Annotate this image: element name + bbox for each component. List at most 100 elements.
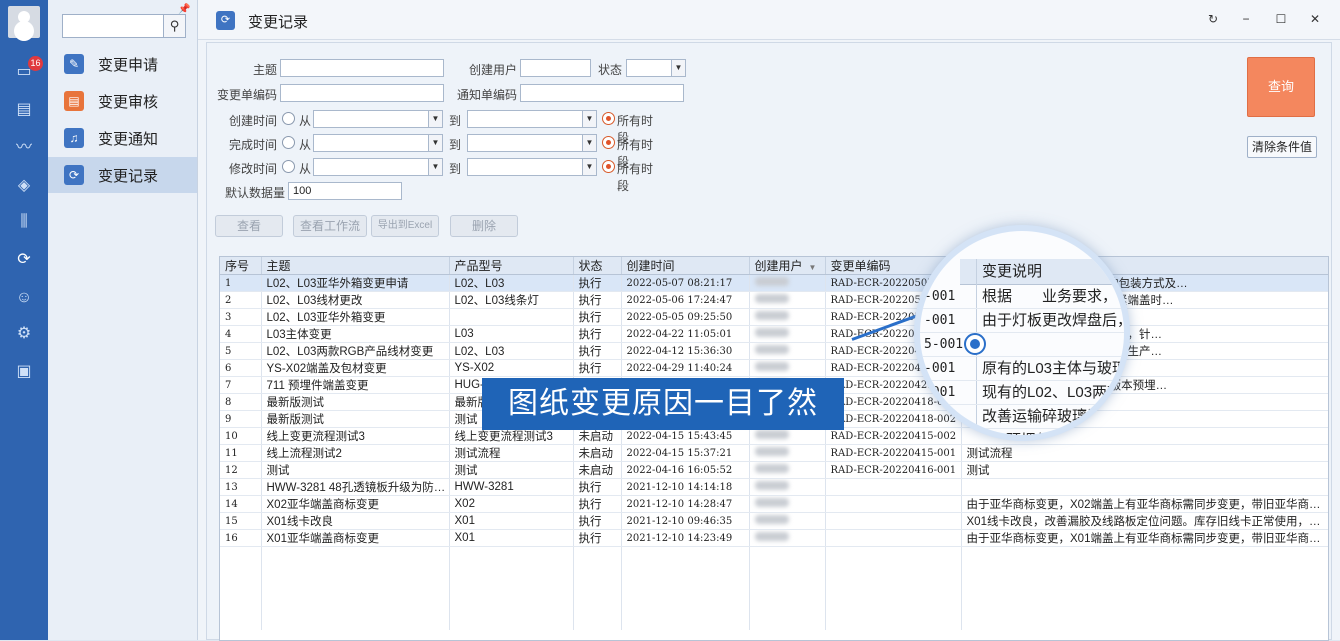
table-row[interactable]: 10 线上变更流程测试3 线上变更流程测试3 未启动 2022-04-15 15:43:…	[220, 427, 1328, 445]
completed-to-select[interactable]: ▼	[467, 134, 597, 152]
redacted-user	[754, 532, 789, 541]
notice-no-input[interactable]	[520, 84, 684, 102]
magnifier-callout: 变更说明 -001 根据 业务要求， -001 由于灯板更改焊盘后， 5-001 -001…	[914, 225, 1130, 441]
row-model: HWW-3281	[449, 478, 574, 496]
row-created-time: 2022-05-07 08:21:17	[621, 274, 750, 292]
chart-icon[interactable]: ⫼	[14, 212, 34, 232]
redacted-user	[754, 345, 789, 354]
modified-from-radio[interactable]	[282, 160, 295, 173]
status-select[interactable]: ▼	[626, 59, 686, 77]
table-row[interactable]: 15 X01线卡改良 X01 执行 2021-12-10 09:46:35 X01线卡改良…	[220, 512, 1328, 530]
row-description	[961, 478, 1328, 496]
completed-from-select[interactable]: ▼	[313, 134, 443, 152]
modified-to-select[interactable]: ▼	[467, 158, 597, 176]
nav-item-change-notice[interactable]: ♫ 变更通知	[48, 120, 197, 156]
magnifier-focus-dot	[964, 333, 986, 355]
row-subject: 711 预埋件端盖变更	[261, 376, 450, 394]
query-button[interactable]: 查询	[1247, 57, 1315, 117]
redacted-user	[754, 430, 789, 439]
change-no-input[interactable]	[280, 84, 444, 102]
row-creator	[749, 478, 826, 496]
col-header[interactable]: 产品型号	[449, 257, 574, 275]
empty-cell	[449, 596, 574, 614]
completed-all-radio[interactable]	[602, 136, 615, 149]
empty-cell	[449, 546, 574, 564]
gear-icon[interactable]: ⚙	[14, 324, 34, 344]
row-model: 测试流程	[449, 444, 574, 462]
table-row[interactable]: 13 HWW-3281 48孔透镜板升级为防眩筒 HWW-3281 执行 2021-12…	[220, 478, 1328, 496]
creator-input[interactable]	[520, 59, 591, 77]
row-index: 6	[220, 359, 262, 377]
pin-icon[interactable]: 📌	[178, 4, 190, 15]
sort-down-icon: ▼	[808, 263, 817, 272]
table-row[interactable]: 3 L02、L03亚华外箱变更 执行 2022-05-05 09:25:50 RAD-E…	[220, 308, 1328, 326]
row-model: L03	[449, 325, 574, 343]
col-header[interactable]: 主题	[261, 257, 450, 275]
row-creator	[749, 325, 826, 343]
table-row[interactable]: 12 测试 测试 未启动 2022-04-16 16:05:52 RAD-ECR-2022…	[220, 461, 1328, 479]
minimize-icon[interactable]: −	[1238, 11, 1254, 27]
nav-item-change-record[interactable]: ⟳ 变更记录	[48, 157, 197, 193]
created-from-radio[interactable]	[282, 112, 295, 125]
change-icon[interactable]: ⟳	[14, 250, 34, 270]
nav-item-change-audit[interactable]: ▤ 变更审核	[48, 83, 197, 119]
icon-rail: ▭ 16 ▤ 〰 ◈ ⫼ ⟳ ☺ ⚙ ▣	[0, 0, 48, 640]
modified-all-radio[interactable]	[602, 160, 615, 173]
records-grid[interactable]: 序号 主题 产品型号 状态 创建时间 创建用户▼ 变更单编码 变更说明 1L02…	[219, 256, 1329, 641]
avatar[interactable]	[8, 6, 40, 38]
redacted-user	[754, 294, 789, 303]
trend-icon[interactable]: 〰	[14, 138, 34, 158]
empty-cell	[573, 546, 622, 564]
nav-item-label: 变更记录	[98, 167, 159, 185]
table-row[interactable]: 4 L03主体变更 L03 执行 2022-04-22 11:05:01 RAD-ECR-…	[220, 325, 1328, 343]
delete-button[interactable]: 删除	[450, 215, 518, 237]
folder-icon[interactable]: ▤	[14, 100, 34, 120]
archive-icon[interactable]: ▣	[14, 362, 34, 382]
cube-icon[interactable]: ◈	[14, 176, 34, 196]
notification-badge: 16	[28, 56, 43, 71]
row-creator	[749, 291, 826, 309]
table-row[interactable]: 6 YS-X02端盖及包材变更 YS-X02 执行 2022-04-29 11:40:2…	[220, 359, 1328, 377]
row-status: 执行	[573, 274, 622, 292]
created-to-select[interactable]: ▼	[467, 110, 597, 128]
modified-from-select[interactable]: ▼	[313, 158, 443, 176]
completed-from-radio[interactable]	[282, 136, 295, 149]
magnifier-code: -001	[924, 409, 956, 424]
row-subject: L02、L03亚华外箱变更申请	[261, 274, 450, 292]
row-creator	[749, 512, 826, 530]
row-created-time: 2022-05-05 09:25:50	[621, 308, 750, 326]
search-input[interactable]: ⚲	[62, 14, 186, 38]
maximize-icon[interactable]: ☐	[1273, 11, 1289, 27]
table-row[interactable]: 11 线上流程测试2 测试流程 未启动 2022-04-15 15:37:21 RAD-E…	[220, 444, 1328, 462]
clear-conditions-button[interactable]: 清除条件值	[1247, 136, 1317, 158]
table-row[interactable]: 14 X02亚华端盖商标变更 X02 执行 2021-12-10 14:28:47 由于亚…	[220, 495, 1328, 513]
table-row[interactable]: 5 L02、L03两款RGB产品线材变更 L02、L03 执行 2022-04-12 1…	[220, 342, 1328, 360]
nav-item-change-request[interactable]: ✎ 变更申请	[48, 46, 197, 82]
row-description: 测试流程	[961, 444, 1328, 462]
view-button[interactable]: 查看	[215, 215, 283, 237]
nav-item-label: 变更审核	[98, 93, 159, 111]
row-creator	[749, 308, 826, 326]
created-from-select[interactable]: ▼	[313, 110, 443, 128]
created-all-radio[interactable]	[602, 112, 615, 125]
chevron-down-icon: ▼	[671, 60, 685, 76]
table-row[interactable]: 1 L02、L03亚华外箱变更申请 L02、L03 执行 2022-05-07 08:2…	[220, 274, 1328, 292]
col-header[interactable]: 创建时间	[621, 257, 750, 275]
close-icon[interactable]: ✕	[1307, 11, 1323, 27]
col-header-creator[interactable]: 创建用户 ▼	[749, 257, 826, 275]
subject-input[interactable]	[280, 59, 444, 77]
col-header[interactable]: 状态	[573, 257, 622, 275]
empty-row	[220, 579, 1328, 597]
empty-cell	[220, 596, 262, 614]
table-row[interactable]: 2 L02、L03线材更改 L02、L03线条灯 执行 2022-05-06 17:24…	[220, 291, 1328, 309]
view-workflow-button[interactable]: 查看工作流	[293, 215, 367, 237]
search-icon[interactable]: ⚲	[163, 15, 185, 37]
magnifier-text: 原有的L03主体与玻璃	[982, 360, 1128, 377]
users-icon[interactable]: ☺	[14, 288, 34, 308]
default-count-input[interactable]: 100	[288, 182, 402, 200]
row-status: 执行	[573, 291, 622, 309]
export-excel-button[interactable]: 导出到Excel	[371, 215, 439, 237]
refresh-icon[interactable]: ↻	[1205, 11, 1221, 27]
table-row[interactable]: 16 X01亚华端盖商标变更 X01 执行 2021-12-10 14:23:49 由于亚…	[220, 529, 1328, 547]
col-header[interactable]: 序号	[220, 257, 262, 275]
